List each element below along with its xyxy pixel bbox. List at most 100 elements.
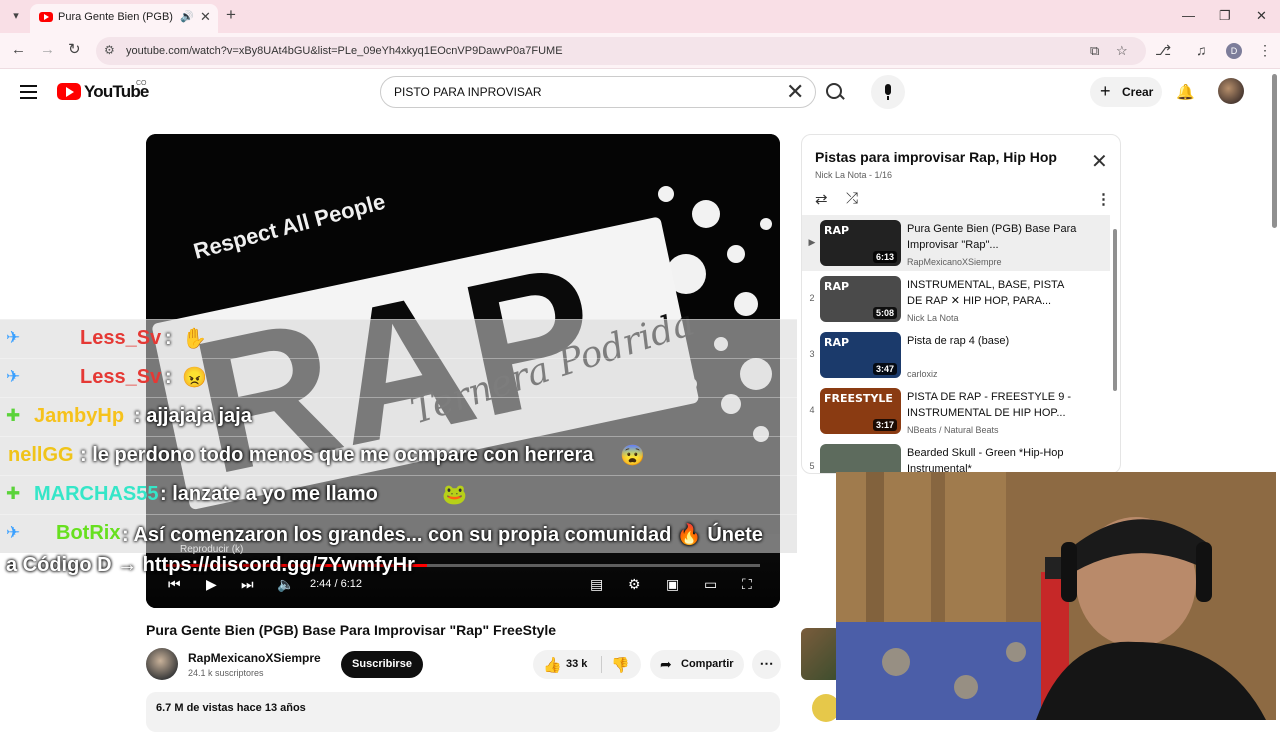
install-app-icon[interactable]: ⧉: [1090, 43, 1099, 59]
back-icon[interactable]: ←: [11, 42, 26, 58]
playlist-item[interactable]: 3 RAP 3:47 Pista de rap 4 (base) carloxiz: [802, 327, 1110, 383]
chat-badge-icon: ✚: [6, 406, 21, 425]
fullscreen-icon[interactable]: ⛶: [742, 576, 752, 592]
account-avatar[interactable]: [1218, 78, 1244, 104]
browser-profile-avatar[interactable]: D: [1226, 43, 1242, 59]
voice-search-icon[interactable]: [871, 75, 905, 109]
recommended-thumbnail[interactable]: [801, 628, 841, 680]
extensions-icon[interactable]: ⎇: [1155, 42, 1171, 59]
playlist-panel: Pistas para improvisar Rap, Hip Hop Nick…: [801, 134, 1121, 474]
settings-gear-icon[interactable]: ⚙: [628, 576, 641, 592]
clear-search-icon[interactable]: ✕: [786, 80, 804, 104]
chat-message: ✈ Less_Sv : 😠: [0, 358, 797, 397]
playlist-item-title[interactable]: Pista de rap 4 (base): [907, 333, 1082, 349]
shuffle-icon[interactable]: ⤮: [846, 190, 858, 207]
duration-badge: 6:13: [872, 251, 897, 263]
browser-tab-active[interactable]: Pura Gente Bien (PGB) Base 🔊 ✕: [30, 4, 218, 33]
minimize-icon[interactable]: —: [1182, 8, 1195, 23]
tab-close-icon[interactable]: ✕: [200, 9, 211, 25]
miniplayer-icon[interactable]: ▣: [666, 576, 679, 592]
search-input[interactable]: PISTO PARA INPROVISAR ✕: [380, 76, 816, 108]
forward-icon[interactable]: →: [40, 42, 55, 58]
notifications-bell-icon[interactable]: 🔔: [1176, 83, 1195, 101]
play-icon[interactable]: ▶: [206, 576, 217, 592]
subscribe-button[interactable]: Suscribirse: [341, 651, 423, 678]
description-box[interactable]: 6.7 M de vistas hace 13 años: [146, 692, 780, 732]
media-controls-icon[interactable]: ♫: [1196, 42, 1207, 58]
window-close-icon[interactable]: ✕: [1256, 8, 1267, 24]
volume-icon[interactable]: 🔈: [277, 576, 294, 592]
playlist-scrollbar-thumb[interactable]: [1113, 229, 1117, 391]
playlist-item[interactable]: ▶ RAP 6:13 Pura Gente Bien (PGB) Base Para …: [802, 215, 1110, 271]
chat-badge-icon: ✚: [6, 484, 21, 503]
playlist-item-index: 2: [809, 293, 815, 303]
duration-badge: 3:17: [872, 419, 897, 431]
playlist-item-thumbnail[interactable]: RAP 5:08: [820, 276, 901, 322]
site-info-icon[interactable]: ⚙: [104, 43, 115, 57]
playlist-item-thumbnail[interactable]: 4:00: [820, 444, 901, 473]
chat-badge-icon: ✈: [6, 328, 21, 347]
thumbs-down-icon[interactable]: 👎: [611, 656, 630, 674]
bookmark-star-icon[interactable]: ☆: [1116, 43, 1128, 59]
next-icon[interactable]: ⏭: [241, 576, 254, 592]
playlist-item-title[interactable]: Pura Gente Bien (PGB) Base Para Improvis…: [907, 221, 1082, 253]
create-button[interactable]: + Crear: [1090, 77, 1162, 107]
url-text[interactable]: youtube.com/watch?v=xBy8UAt4bGU&list=PLe…: [126, 45, 563, 57]
playlist-more-icon[interactable]: ⋮: [1096, 190, 1111, 208]
previous-icon[interactable]: ⏮: [168, 576, 181, 592]
theater-mode-icon[interactable]: ▭: [704, 576, 717, 592]
playlist-item-thumbnail[interactable]: RAP 3:47: [820, 332, 901, 378]
chat-username: BotRix: [56, 522, 121, 544]
subtitles-icon[interactable]: ▤: [590, 576, 603, 592]
duration-badge: 5:08: [872, 307, 897, 319]
more-actions-icon[interactable]: ⋯: [752, 650, 781, 679]
close-playlist-icon[interactable]: ✕: [1091, 152, 1108, 172]
playlist-item-index: 3: [809, 349, 815, 359]
chat-text: :: [165, 366, 172, 388]
playlist-item-index: ▶: [808, 237, 816, 247]
tab-title: Pura Gente Bien (PGB) Base: [58, 11, 176, 23]
playlist-item[interactable]: 4 FREESTYLE 3:17 PISTA DE RAP - FREESTYLE 9…: [802, 383, 1110, 439]
youtube-header: YouTube CO PISTO PARA INPROVISAR ✕ + Cre…: [0, 70, 1268, 114]
search-value[interactable]: PISTO PARA INPROVISAR: [394, 85, 542, 99]
channel-name[interactable]: RapMexicanoXSiempre: [188, 651, 321, 665]
tab-search-icon[interactable]: ▾: [8, 8, 24, 24]
playlist-item-title[interactable]: PISTA DE RAP - FREESTYLE 9 - INSTRUMENTA…: [907, 389, 1082, 421]
share-button[interactable]: ➦ Compartir: [650, 650, 744, 679]
playlist-item-channel: Nick La Nota: [907, 313, 959, 323]
chat-message: nellGG : le perdono todo menos que me oc…: [0, 436, 797, 475]
loop-icon[interactable]: ⇄: [815, 190, 828, 208]
page-scrollbar-thumb[interactable]: [1272, 74, 1277, 228]
views-and-date: 6.7 M de vistas hace 13 años: [156, 702, 306, 714]
tab-audio-icon[interactable]: 🔊: [180, 10, 194, 23]
like-count[interactable]: 33 k: [566, 658, 587, 670]
playlist-item[interactable]: 5 4:00Bearded Skull - Green *Hip-Hop Inst…: [802, 439, 1110, 473]
new-tab-button[interactable]: +: [226, 6, 236, 24]
playlist-item-thumbnail[interactable]: FREESTYLE 3:17: [820, 388, 901, 434]
reload-icon[interactable]: ↻: [68, 42, 81, 58]
thumbs-up-icon[interactable]: 👍: [543, 656, 562, 674]
address-bar[interactable]: ⚙ youtube.com/watch?v=xBy8UAt4bGU&list=P…: [96, 37, 1146, 65]
playlist-item-thumbnail[interactable]: RAP 6:13: [820, 220, 901, 266]
chat-username: Less_Sv: [80, 327, 162, 349]
youtube-logo-icon[interactable]: [57, 83, 81, 100]
playlist-title[interactable]: Pistas para improvisar Rap, Hip Hop: [815, 149, 1057, 165]
playlist-scrollbar[interactable]: [1113, 221, 1119, 473]
chat-text: : Así comenzaron los grandes... con su p…: [122, 524, 763, 546]
chat-text: :: [165, 327, 172, 349]
playlist-item-title[interactable]: INSTRUMENTAL, BASE, PISTA DE RAP ✕ HIP H…: [907, 277, 1082, 309]
search-icon[interactable]: [826, 83, 842, 99]
playlist-item[interactable]: 2 RAP 5:08 INSTRUMENTAL, BASE, PISTA DE RAP…: [802, 271, 1110, 327]
playlist-items: ▶ RAP 6:13 Pura Gente Bien (PGB) Base Para …: [802, 215, 1110, 473]
country-code: CO: [136, 80, 147, 87]
video-title: Pura Gente Bien (PGB) Base Para Improvis…: [146, 622, 557, 638]
playlist-item-title[interactable]: Bearded Skull - Green *Hip-Hop Instrumen…: [907, 445, 1082, 473]
channel-avatar[interactable]: [146, 648, 178, 680]
menu-icon[interactable]: [20, 85, 37, 99]
webcam-overlay: [836, 472, 1276, 720]
plus-icon: +: [1100, 81, 1111, 101]
playlist-subtitle[interactable]: Nick La Nota - 1/16: [815, 170, 892, 180]
like-dislike-group: 👍 33 k 👎: [533, 650, 641, 679]
browser-menu-icon[interactable]: ⋮: [1258, 42, 1272, 59]
restore-icon[interactable]: ❐: [1219, 8, 1231, 24]
